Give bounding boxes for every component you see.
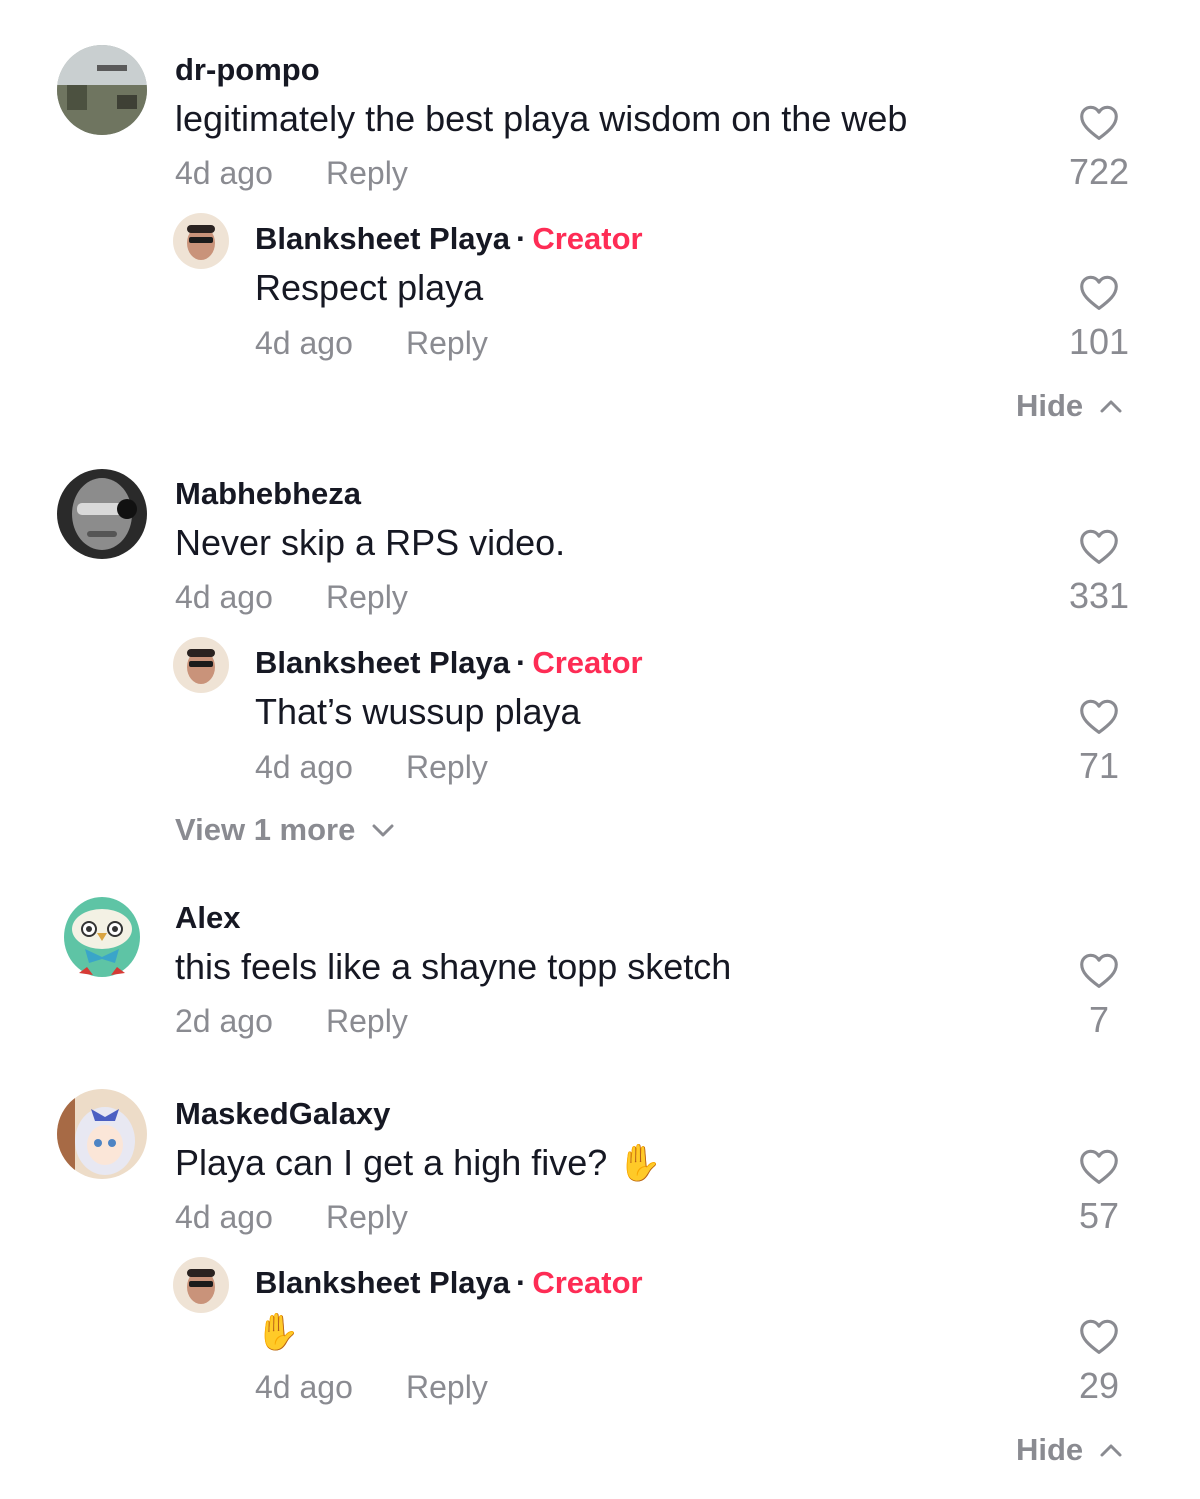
separator-dot: · xyxy=(516,645,527,680)
comment-timestamp: 4d ago xyxy=(175,155,273,191)
avatar-mabhebheza[interactable] xyxy=(57,469,147,559)
comment-username[interactable]: Mabhebheza xyxy=(175,476,361,512)
hide-replies-button[interactable]: Hide xyxy=(1016,1432,1123,1468)
creator-badge: Creator xyxy=(532,1265,643,1300)
like-count: 71 xyxy=(1078,745,1120,786)
hide-replies-button[interactable]: Hide xyxy=(1016,388,1123,424)
comment-text: this feels like a shayne topp sketch xyxy=(175,946,732,987)
avatar-maskedgalaxy[interactable] xyxy=(57,1089,147,1179)
like-count: 29 xyxy=(1078,1365,1120,1406)
heart-outline-icon[interactable] xyxy=(1078,697,1120,735)
avatar-blanksheet-playa[interactable] xyxy=(173,213,229,269)
reply-username[interactable]: Blanksheet Playa xyxy=(255,221,510,256)
like-control: 331 xyxy=(1039,527,1159,617)
like-control: 29 xyxy=(1039,1317,1159,1407)
view-more-label: View 1 more xyxy=(175,812,356,847)
reply-button[interactable]: Reply xyxy=(406,1369,488,1406)
like-control: 57 xyxy=(1039,1147,1159,1237)
chevron-up-icon xyxy=(1100,1444,1122,1457)
reply-timestamp: 4d ago xyxy=(255,749,353,785)
comment-username[interactable]: dr-pompo xyxy=(175,52,320,88)
chevron-down-icon xyxy=(372,824,394,837)
reply-text: ✋ xyxy=(255,1312,300,1353)
heart-outline-icon[interactable] xyxy=(1078,1147,1120,1185)
creator-badge: Creator xyxy=(532,645,643,680)
reply-button[interactable]: Reply xyxy=(326,1199,408,1236)
like-control: 101 xyxy=(1039,273,1159,363)
hide-replies-label: Hide xyxy=(1016,1432,1084,1467)
like-count: 101 xyxy=(1068,321,1130,362)
heart-outline-icon[interactable] xyxy=(1078,951,1120,989)
reply-text: Respect playa xyxy=(255,267,484,308)
like-count: 331 xyxy=(1068,575,1130,616)
like-control: 7 xyxy=(1039,951,1159,1041)
reply-timestamp: 4d ago xyxy=(255,325,353,361)
heart-outline-icon[interactable] xyxy=(1078,273,1120,311)
avatar-blanksheet-playa[interactable] xyxy=(173,1257,229,1313)
reply-text: That’s wussup playa xyxy=(255,691,581,732)
comment-username[interactable]: Alex xyxy=(175,900,240,936)
reply-username-line: Blanksheet Playa · Creator xyxy=(255,1265,643,1301)
avatar-alex[interactable] xyxy=(57,893,147,983)
reply-button[interactable]: Reply xyxy=(326,155,408,192)
reply-button[interactable]: Reply xyxy=(406,749,488,786)
avatar-blanksheet-playa[interactable] xyxy=(173,637,229,693)
avatar-dr-pompo[interactable] xyxy=(57,45,147,135)
reply-button[interactable]: Reply xyxy=(406,325,488,362)
reply-username-line: Blanksheet Playa · Creator xyxy=(255,645,643,681)
comment-timestamp: 4d ago xyxy=(175,579,273,615)
comment-timestamp: 4d ago xyxy=(175,1199,273,1235)
like-count: 7 xyxy=(1088,999,1110,1040)
like-count: 57 xyxy=(1078,1195,1120,1236)
reply-username[interactable]: Blanksheet Playa xyxy=(255,1265,510,1300)
comment-text: Playa can I get a high five? xyxy=(175,1142,608,1183)
heart-outline-icon[interactable] xyxy=(1078,1317,1120,1355)
heart-outline-icon[interactable] xyxy=(1078,527,1120,565)
reply-timestamp: 4d ago xyxy=(255,1369,353,1405)
reply-button[interactable]: Reply xyxy=(326,579,408,616)
comment-timestamp: 2d ago xyxy=(175,1003,273,1039)
reply-username-line: Blanksheet Playa · Creator xyxy=(255,221,643,257)
heart-outline-icon[interactable] xyxy=(1078,103,1120,141)
comment-text: Never skip a RPS video. xyxy=(175,522,566,563)
separator-dot: · xyxy=(516,221,527,256)
creator-badge: Creator xyxy=(532,221,643,256)
chevron-up-icon xyxy=(1100,400,1122,413)
like-count: 722 xyxy=(1068,151,1130,192)
comment-text: legitimately the best playa wisdom on th… xyxy=(175,98,908,139)
like-control: 722 xyxy=(1039,103,1159,193)
reply-username[interactable]: Blanksheet Playa xyxy=(255,645,510,680)
like-control: 71 xyxy=(1039,697,1159,787)
view-more-replies-button[interactable]: View 1 more xyxy=(175,812,395,848)
comment-text-line: Playa can I get a high five? ✋ xyxy=(175,1142,662,1184)
reply-button[interactable]: Reply xyxy=(326,1003,408,1040)
comment-username[interactable]: MaskedGalaxy xyxy=(175,1096,390,1132)
hide-replies-label: Hide xyxy=(1016,388,1084,423)
raised-hand-emoji: ✋ xyxy=(617,1143,663,1184)
separator-dot: · xyxy=(516,1265,527,1300)
